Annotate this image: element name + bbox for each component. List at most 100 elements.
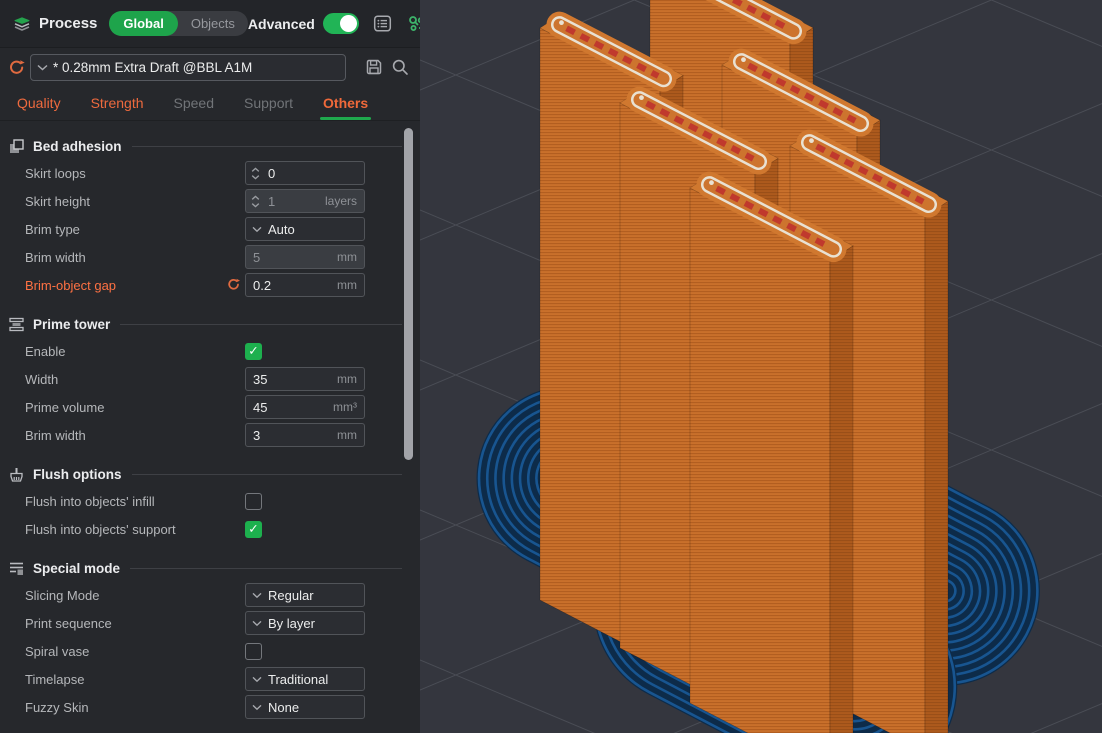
setting-row: Brim width 3 mm	[0, 421, 420, 449]
section-divider	[120, 323, 402, 325]
section-title: Flush options	[33, 466, 122, 482]
section-divider	[131, 473, 402, 475]
advanced-toggle[interactable]	[322, 13, 359, 34]
field-value: By layer	[268, 615, 315, 631]
select-field[interactable]: None	[245, 695, 365, 719]
tab-support[interactable]: Support	[244, 95, 293, 111]
tab-others[interactable]: Others	[320, 95, 372, 120]
section-header-special-mode: Special mode	[0, 555, 420, 581]
select-field[interactable]: Traditional	[245, 667, 365, 691]
setting-label: Print sequence	[25, 615, 112, 631]
setting-row: Spiral vase	[0, 637, 420, 665]
setting-row: Skirt loops 0	[0, 159, 420, 187]
prime-tower-icon	[8, 316, 25, 333]
field-value: 0	[268, 165, 276, 181]
scope-toggle[interactable]: Global Objects	[109, 11, 248, 36]
chevron-down-icon	[252, 226, 262, 233]
setting-row: Brim width 5 mm	[0, 243, 420, 271]
field-unit: mm	[337, 250, 357, 264]
select-field[interactable]: Regular	[245, 583, 365, 607]
setting-label: Fuzzy Skin	[25, 699, 89, 715]
section-header-bed-adhesion: Bed adhesion	[0, 133, 420, 159]
special-mode-icon	[8, 560, 25, 577]
setting-row: Print sequence By layer	[0, 609, 420, 637]
preset-value: * 0.28mm Extra Draft @BBL A1M	[53, 59, 253, 75]
process-panel: Process Global Objects Advanced * 0.28mm…	[0, 0, 425, 733]
reset-icon[interactable]	[226, 277, 241, 292]
section-header-flush-options: Flush options	[0, 461, 420, 487]
field-value: Regular	[268, 587, 314, 603]
setting-label: Prime volume	[25, 399, 105, 415]
setting-label: Skirt height	[25, 193, 91, 209]
panel-topbar: Process Global Objects Advanced	[0, 0, 425, 48]
preset-dropdown[interactable]: * 0.28mm Extra Draft @BBL A1M	[30, 53, 346, 81]
input-field[interactable]: 45 mm³	[245, 395, 365, 419]
section-title: Special mode	[33, 560, 121, 576]
input-field[interactable]: 35 mm	[245, 367, 365, 391]
field-value: 45	[253, 399, 268, 415]
3d-viewport[interactable]	[420, 0, 1102, 733]
setting-label: Spiral vase	[25, 643, 90, 659]
setting-label: Flush into objects' infill	[25, 493, 155, 509]
setting-label: Brim-object gap	[25, 277, 117, 293]
scrollbar-thumb[interactable]	[404, 128, 413, 460]
input-field[interactable]: 0.2 mm	[245, 273, 365, 297]
setting-label: Skirt loops	[25, 165, 86, 181]
tab-speed[interactable]: Speed	[174, 95, 214, 111]
tab-strength[interactable]: Strength	[91, 95, 144, 111]
reset-icon[interactable]	[6, 57, 26, 77]
chevron-down-icon	[252, 704, 262, 711]
scope-global[interactable]: Global	[109, 11, 178, 36]
input-field[interactable]: 3 mm	[245, 423, 365, 447]
bed-adhesion-icon	[8, 138, 25, 155]
preset-list-icon[interactable]	[373, 14, 393, 34]
select-field[interactable]: By layer	[245, 611, 365, 635]
preset-row: * 0.28mm Extra Draft @BBL A1M	[0, 48, 420, 86]
spinner-arrows[interactable]	[251, 166, 260, 180]
field-value: Auto	[268, 221, 295, 237]
setting-label: Brim type	[25, 221, 80, 237]
checkbox-unchecked[interactable]	[245, 492, 262, 510]
field-unit: layers	[324, 194, 357, 208]
field-value: 0.2	[253, 277, 272, 293]
checkbox-checked[interactable]: ✓	[245, 342, 262, 360]
section-divider	[131, 145, 402, 147]
checkbox-unchecked[interactable]	[245, 642, 262, 660]
chevron-down-icon	[252, 592, 262, 599]
panel-title: Process	[39, 15, 98, 32]
select-field[interactable]: Auto	[245, 217, 365, 241]
setting-row: Brim type Auto	[0, 215, 420, 243]
section-title: Bed adhesion	[33, 138, 122, 154]
setting-label: Slicing Mode	[25, 587, 100, 603]
setting-row: Width 35 mm	[0, 365, 420, 393]
setting-label: Width	[25, 371, 59, 387]
layers-icon	[12, 14, 32, 34]
field-unit: mm	[337, 428, 357, 442]
search-icon[interactable]	[390, 57, 410, 77]
setting-label: Brim width	[25, 249, 86, 265]
save-icon[interactable]	[364, 57, 384, 77]
printed-object[interactable]	[689, 171, 854, 733]
section-divider	[130, 567, 402, 569]
field-value: Traditional	[268, 671, 329, 687]
setting-label: Flush into objects' support	[25, 521, 176, 537]
field-value: None	[268, 699, 300, 715]
chevron-down-icon	[252, 620, 262, 627]
flush-options-icon	[8, 466, 25, 483]
setting-label: Timelapse	[25, 671, 85, 687]
tab-quality[interactable]: Quality	[17, 95, 61, 111]
setting-row: Brim-object gap 0.2 mm	[0, 271, 420, 299]
setting-row: Slicing Mode Regular	[0, 581, 420, 609]
settings-list: Bed adhesion Skirt loops 0 Skirt height 1 lay…	[0, 133, 420, 733]
chevron-down-icon	[252, 676, 262, 683]
input-field[interactable]: 5 mm	[245, 245, 365, 269]
input-field[interactable]: 1 layers	[245, 189, 365, 213]
setting-row: Enable ✓	[0, 337, 420, 365]
spinner-arrows[interactable]	[251, 194, 260, 208]
checkbox-checked[interactable]: ✓	[245, 520, 262, 538]
chevron-down-icon	[37, 64, 48, 71]
setting-row: Prime volume 45 mm³	[0, 393, 420, 421]
3d-scene[interactable]	[420, 0, 1102, 733]
scope-objects[interactable]: Objects	[178, 16, 248, 31]
input-field[interactable]: 0	[245, 161, 365, 185]
